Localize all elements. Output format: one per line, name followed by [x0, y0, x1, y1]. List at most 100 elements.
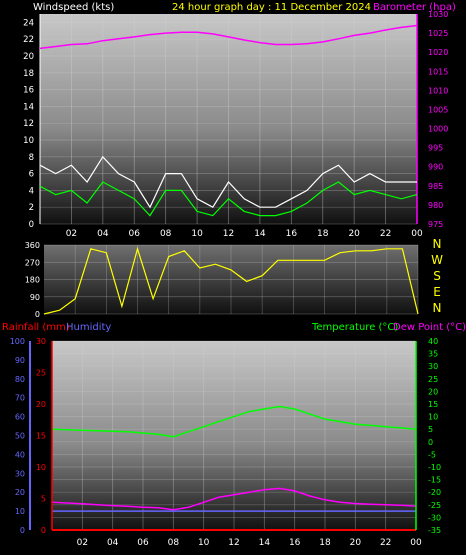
direction-tick-label: 180 — [25, 276, 40, 285]
temp-tick-label: 5 — [428, 425, 433, 434]
compass-labels: NWSEN — [431, 237, 443, 315]
wind-tick-label: 4 — [29, 186, 34, 196]
rain-tick-label: 15 — [36, 432, 46, 441]
compass-letter: W — [431, 253, 443, 267]
temp-tick-label: -15 — [428, 476, 441, 485]
temp-x-ticks: 02 04 06 08 10 12 14 16 18 20 22 00 — [77, 538, 422, 548]
baro-tick-label: 985 — [428, 182, 443, 191]
humidity-tick-label: 70 — [15, 394, 25, 403]
x-tick-label: 00 — [411, 229, 423, 239]
humidity-tick-label: 50 — [15, 432, 25, 441]
baro-tick-label: 1020 — [428, 48, 448, 57]
x-tick-label: 18 — [317, 229, 329, 239]
x-tick-label: 14 — [254, 229, 266, 239]
rain-tick-label: 30 — [36, 337, 46, 346]
wind-tick-label: 16 — [23, 86, 34, 96]
wind-tick-label: 2 — [29, 203, 34, 213]
x-tick-label: 20 — [348, 229, 360, 239]
weather-graph: Windspeed (kts) 24 hour graph day : 11 D… — [2, 2, 466, 548]
humidity-label: Humidity — [66, 322, 111, 333]
compass-letter: E — [433, 285, 441, 299]
temp-tick-label: -5 — [428, 450, 436, 459]
compass-letter: S — [433, 269, 441, 283]
temperature-label: Temperature (°C) — [311, 322, 398, 333]
x-tick-label: 06 — [137, 538, 149, 548]
direction-tick-label: 270 — [25, 258, 40, 267]
baro-tick-label: 980 — [428, 201, 443, 210]
x-tick-label: 04 — [107, 538, 119, 548]
humidity-tick-label: 10 — [15, 507, 25, 516]
humidity-tick-label: 40 — [15, 450, 25, 459]
wind-x-ticks: 02 04 06 08 10 12 14 16 18 20 22 00 — [66, 229, 423, 239]
compass-letter: N — [433, 237, 442, 251]
temp-tick-label: -25 — [428, 501, 441, 510]
temp-tick-label: 0 — [428, 438, 433, 447]
baro-tick-label: 1025 — [428, 29, 448, 38]
x-tick-label: 02 — [77, 538, 88, 548]
wind-tick-label: 20 — [23, 52, 34, 62]
wind-tick-label: 0 — [29, 220, 34, 230]
baro-tick-label: 1030 — [428, 10, 448, 19]
temp-tick-label: 30 — [428, 362, 438, 371]
temp-tick-label: 15 — [428, 400, 438, 409]
rain-tick-label: 5 — [41, 495, 46, 504]
x-tick-label: 20 — [350, 538, 362, 548]
wind-tick-label: 12 — [23, 119, 34, 129]
x-tick-label: 18 — [319, 538, 331, 548]
humidity-tick-label: 100 — [10, 337, 25, 346]
x-tick-label: 14 — [259, 538, 271, 548]
wind-tick-label: 8 — [29, 153, 34, 163]
temp-tick-label: 10 — [428, 413, 438, 422]
wind-tick-label: 18 — [23, 69, 34, 79]
temp-tick-label: 40 — [428, 337, 438, 346]
direction-tick-label: 90 — [30, 293, 40, 302]
temp-tick-label: -20 — [428, 488, 441, 497]
x-tick-label: 10 — [191, 229, 203, 239]
temp-tick-label: -10 — [428, 463, 441, 472]
x-tick-label: 10 — [198, 538, 210, 548]
wind-tick-label: 24 — [23, 18, 34, 28]
baro-tick-label: 975 — [428, 220, 443, 229]
x-tick-label: 22 — [380, 538, 391, 548]
x-tick-label: 22 — [380, 229, 391, 239]
temp-tick-label: -35 — [428, 526, 441, 535]
baro-tick-label: 995 — [428, 144, 443, 153]
baro-tick-label: 1005 — [428, 105, 448, 114]
x-tick-label: 08 — [160, 229, 172, 239]
baro-tick-label: 1000 — [428, 125, 448, 134]
rainfall-label: Rainfall (mm) — [2, 322, 70, 333]
baro-y-ticks: 1030 1025 1020 1015 1010 1005 1000 995 990 985 980… — [428, 10, 448, 229]
humidity-tick-label: 20 — [15, 488, 25, 497]
x-tick-label: 08 — [168, 538, 180, 548]
x-tick-label: 12 — [228, 538, 239, 548]
direction-tick-label: 0 — [35, 310, 40, 319]
dewpoint-label: Dew Point (°C) — [393, 322, 466, 333]
x-tick-label: 16 — [286, 229, 298, 239]
x-tick-label: 16 — [289, 538, 301, 548]
graph-title: 24 hour graph day : 11 December 2024 — [172, 2, 371, 13]
temp-tick-label: 25 — [428, 375, 438, 384]
temp-tick-label: 35 — [428, 350, 438, 359]
x-tick-label: 04 — [97, 229, 109, 239]
baro-tick-label: 990 — [428, 163, 443, 172]
humidity-tick-label: 90 — [15, 356, 25, 365]
x-tick-label: 12 — [223, 229, 234, 239]
wind-tick-label: 22 — [23, 35, 34, 45]
humidity-tick-label: 0 — [20, 526, 25, 535]
x-tick-label: 00 — [410, 538, 422, 548]
rain-tick-label: 0 — [41, 526, 46, 535]
baro-tick-label: 1010 — [428, 86, 448, 95]
rain-tick-label: 20 — [36, 400, 46, 409]
x-tick-label: 06 — [129, 229, 141, 239]
direction-y-ticks: 360 270 180 90 0 — [25, 241, 40, 319]
humidity-tick-label: 30 — [15, 469, 25, 478]
wind-tick-label: 10 — [23, 136, 34, 146]
compass-letter: N — [433, 301, 442, 315]
temp-tick-label: 20 — [428, 387, 438, 396]
rain-tick-label: 25 — [36, 369, 46, 378]
wind-y-ticks: 242220181614121086420 — [23, 18, 34, 230]
wind-axis-label: Windspeed (kts) — [33, 2, 114, 13]
rain-tick-label: 10 — [36, 463, 46, 472]
x-tick-label: 02 — [66, 229, 77, 239]
wind-tick-label: 14 — [23, 102, 34, 112]
